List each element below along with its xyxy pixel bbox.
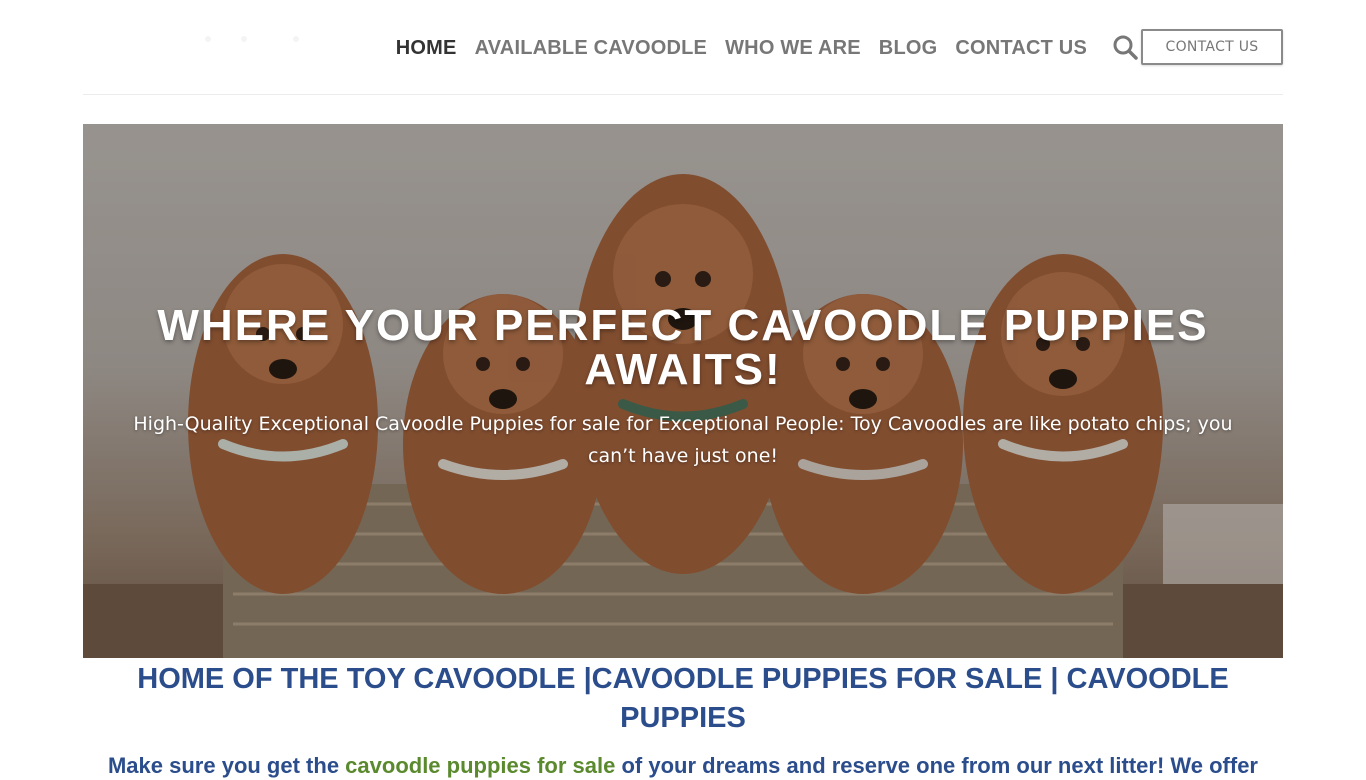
page-heading: HOME OF THE TOY CAVOODLE |CAVOODLE PUPPI…	[137, 663, 1229, 734]
search-icon[interactable]	[1112, 34, 1138, 60]
nav-blog[interactable]: BLOG	[870, 36, 947, 60]
intro-text-after: of your dreams and reserve one from our …	[615, 753, 1258, 778]
contact-us-button[interactable]: CONTACT US	[1141, 29, 1283, 65]
nav-home[interactable]: HOME	[387, 36, 466, 60]
nav-contact-us[interactable]: CONTACT US	[946, 36, 1096, 60]
site-logo[interactable]	[183, 28, 313, 54]
site-header: HOME AVAILABLE CAVOODLE WHO WE ARE BLOG …	[83, 0, 1283, 95]
intro-paragraph: Make sure you get the cavoodle puppies f…	[83, 752, 1283, 780]
hero-banner: WHERE YOUR PERFECT CAVOODLE PUPPIES AWAI…	[83, 124, 1283, 658]
nav-who-we-are[interactable]: WHO WE ARE	[716, 36, 870, 60]
hero-subtitle: High-Quality Exceptional Cavoodle Puppie…	[133, 413, 1233, 467]
hero-title: WHERE YOUR PERFECT CAVOODLE PUPPIES AWAI…	[157, 301, 1209, 394]
main-nav: HOME AVAILABLE CAVOODLE WHO WE ARE BLOG …	[387, 36, 1096, 60]
nav-available-cavoodle[interactable]: AVAILABLE CAVOODLE	[466, 36, 717, 60]
intro-text-before: Make sure you get the	[107, 753, 346, 778]
cavoodle-puppies-link[interactable]: cavoodle puppies for sale	[345, 753, 615, 778]
